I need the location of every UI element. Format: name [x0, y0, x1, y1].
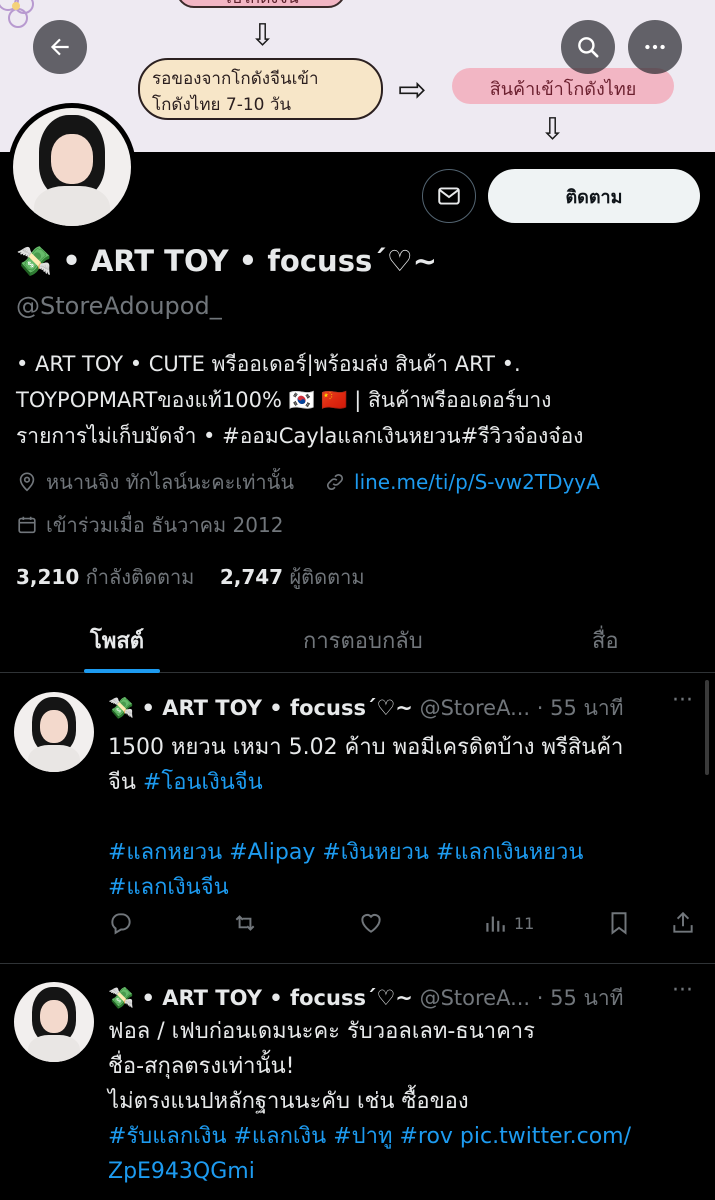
tweet-author-handle: @StoreA...: [419, 986, 531, 1010]
like-button[interactable]: [358, 910, 384, 936]
bookmark-icon: [611, 912, 627, 935]
more-options-button[interactable]: [628, 20, 682, 74]
repost-button[interactable]: [232, 910, 258, 936]
banner-top-label: ไปโกดังจีน: [176, 0, 346, 8]
bookmark-button[interactable]: [606, 910, 632, 936]
profile-meta-row: หนานจิง ทักไลน์นะคะเท่านั้น line.me/ti/p…: [16, 466, 600, 498]
hashtag-link[interactable]: #แลกเงินจีน: [108, 870, 698, 905]
tweet-text: 1500 หยวน เหมา 5.02 ค้าบ พอมีเครดิตบ้าง …: [108, 730, 698, 905]
tweet[interactable]: 💸 • ART TOY • focuss´♡~ @StoreA... · 55 …: [0, 674, 715, 964]
back-arrow-icon: [50, 38, 69, 56]
active-tab-indicator: [84, 669, 160, 673]
bio-line: รายการไม่เก็บมัดจำ • #ออมCaylaแลกเงินหยว…: [16, 424, 584, 448]
profile-bio: • ART TOY • CUTE พรีออเดอร์|พร้อมส่ง สิน…: [16, 346, 706, 454]
search-icon: [578, 37, 599, 58]
media-link[interactable]: ZpE943QGmi: [108, 1154, 698, 1189]
profile-joined: เข้าร่วมเมื่อ ธันวาคม 2012: [46, 513, 284, 537]
bio-line: TOYPOPMARTของแท้100% 🇰🇷 🇨🇳 | สินค้าพรีออ…: [16, 388, 552, 412]
more-horizontal-icon: [645, 44, 665, 50]
profile-joined-row: เข้าร่วมเมื่อ ธันวาคม 2012: [16, 509, 283, 541]
tweet-author-name[interactable]: 💸 • ART TOY • focuss´♡~: [108, 986, 413, 1010]
arrow-down-icon: ⇩: [540, 112, 566, 147]
search-button[interactable]: [561, 20, 615, 74]
profile-handle: @StoreAdoupod_: [16, 292, 222, 320]
calendar-icon: [18, 516, 36, 534]
message-button[interactable]: [422, 169, 476, 223]
tweet-more-icon[interactable]: ···: [672, 688, 693, 713]
views-count: 11: [514, 913, 535, 933]
link-icon: [326, 473, 344, 491]
tab-media[interactable]: สื่อ: [592, 623, 619, 658]
following-link[interactable]: 3,210 กำลังติดตาม: [16, 565, 194, 589]
profile-link[interactable]: line.me/ti/p/S-vw2TDyyA: [354, 470, 600, 494]
tweet-actions: 11: [108, 910, 700, 940]
heart-icon: [361, 913, 381, 933]
followers-link[interactable]: 2,747 ผู้ติดตาม: [220, 565, 365, 589]
tweet-timestamp[interactable]: · 55 นาที: [537, 986, 624, 1010]
tweet-avatar[interactable]: [14, 982, 94, 1062]
tweet-more-icon[interactable]: ···: [672, 978, 693, 1003]
hashtag-link[interactable]: #รับแลกเงิน #แลกเงิน #ปาทู #rov pic.twit…: [108, 1119, 698, 1154]
location-pin-icon: [19, 472, 35, 492]
repost-icon: [235, 915, 255, 931]
bio-line: • ART TOY • CUTE พรีออเดอร์|พร้อมส่ง สิน…: [16, 352, 521, 376]
tweet[interactable]: 💸 • ART TOY • focuss´♡~ @StoreA... · 55 …: [0, 964, 715, 1200]
tweet-header: 💸 • ART TOY • focuss´♡~ @StoreA... · 55 …: [108, 982, 624, 1015]
share-button[interactable]: [670, 910, 696, 936]
profile-tabs: โพสต์ การตอบกลับ สื่อ: [0, 605, 715, 673]
profile-location: หนานจิง ทักไลน์นะคะเท่านั้น: [46, 470, 295, 494]
tweet-author-handle: @StoreA...: [419, 696, 531, 720]
avatar[interactable]: [8, 103, 136, 231]
reply-icon: [111, 913, 131, 935]
reply-button[interactable]: [108, 910, 134, 936]
arrow-down-icon: ⇩: [250, 18, 276, 53]
mail-icon: [438, 187, 460, 205]
share-icon: [673, 911, 693, 933]
banner-step-label: รอของจากโกดังจีนเข้า โกดังไทย 7-10 วัน: [138, 58, 383, 120]
tab-posts[interactable]: โพสต์: [90, 623, 144, 658]
views-button[interactable]: 11: [482, 910, 534, 936]
follow-button[interactable]: ติดตาม: [488, 169, 700, 223]
profile-stats: 3,210 กำลังติดตาม 2,747 ผู้ติดตาม: [16, 561, 365, 593]
hashtag-link[interactable]: #แลกหยวน #Alipay #เงินหยวน #แลกเงินหยวน: [108, 835, 698, 870]
banner-right-label: สินค้าเข้าโกดังไทย: [452, 68, 674, 104]
back-button[interactable]: [33, 20, 87, 74]
tweet-author-name[interactable]: 💸 • ART TOY • focuss´♡~: [108, 696, 413, 720]
tab-replies[interactable]: การตอบกลับ: [303, 623, 423, 658]
analytics-icon: [486, 916, 505, 932]
display-name: 💸 • ART TOY • focuss´♡~: [16, 244, 438, 278]
tweet-text: ฟอล / เฟบก่อนเดมนะคะ รับวอลเลท-ธนาคาร ชื…: [108, 1014, 698, 1189]
tweet-avatar[interactable]: [14, 692, 94, 772]
hashtag-link[interactable]: #โอนเงินจีน: [143, 770, 263, 795]
arrow-right-icon: ⇨: [398, 70, 427, 110]
tweet-header: 💸 • ART TOY • focuss´♡~ @StoreA... · 55 …: [108, 692, 624, 725]
tweet-timestamp[interactable]: · 55 นาที: [537, 696, 624, 720]
